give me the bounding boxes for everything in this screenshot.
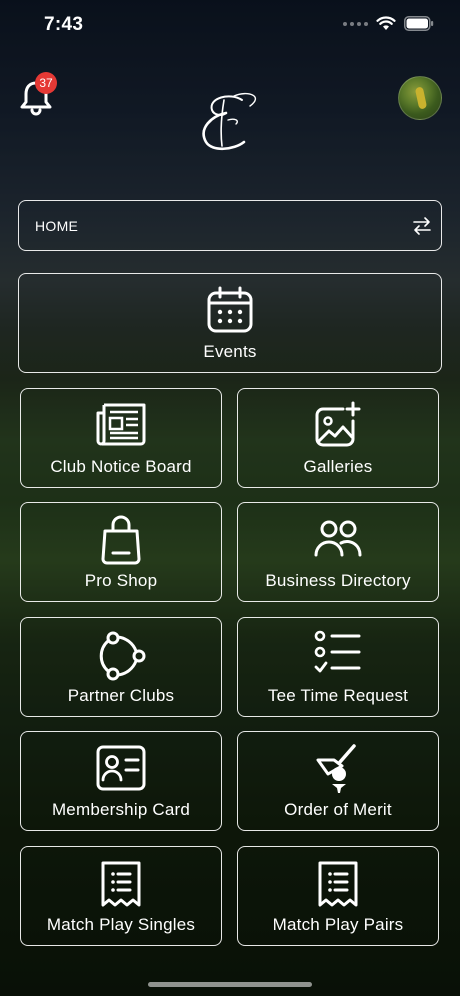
home-indicator[interactable] [148, 982, 312, 987]
gallery-add-icon [315, 401, 361, 447]
signal-icon [343, 21, 368, 26]
business-directory-tile[interactable]: Business Directory [237, 502, 439, 602]
tile-label: Partner Clubs [67, 686, 175, 705]
golf-tee-icon [316, 744, 356, 793]
tee-time-request-tile[interactable]: Tee Time Request [237, 617, 439, 717]
network-icon [99, 631, 146, 681]
people-icon [314, 520, 362, 557]
events-tile[interactable]: Events [18, 273, 442, 373]
calendar-icon [207, 286, 253, 333]
tile-label: Club Notice Board [50, 457, 192, 476]
events-label: Events [203, 342, 257, 361]
club-logo [202, 92, 257, 151]
checklist-icon [314, 630, 361, 673]
tile-label: Order of Merit [284, 800, 392, 819]
tile-label: Membership Card [51, 800, 191, 819]
tile-label: Match Play Pairs [272, 915, 404, 934]
galleries-tile[interactable]: Galleries [237, 388, 439, 488]
status-bar: 7:43 [0, 0, 460, 50]
home-selector[interactable]: HOME [18, 200, 442, 251]
membership-card-tile[interactable]: Membership Card [20, 731, 222, 831]
order-of-merit-tile[interactable]: Order of Merit [237, 731, 439, 831]
battery-icon [404, 16, 434, 31]
shopping-bag-icon [101, 515, 141, 565]
match-play-singles-tile[interactable]: Match Play Singles [20, 846, 222, 946]
pro-shop-tile[interactable]: Pro Shop [20, 502, 222, 602]
tile-label: Business Directory [265, 571, 411, 590]
status-time: 7:43 [44, 14, 84, 35]
match-play-pairs-tile[interactable]: Match Play Pairs [237, 846, 439, 946]
partner-clubs-tile[interactable]: Partner Clubs [20, 617, 222, 717]
receipt-icon [101, 861, 141, 907]
tile-label: Tee Time Request [267, 686, 409, 705]
swap-arrows-icon[interactable] [411, 215, 433, 237]
newspaper-icon [96, 403, 146, 446]
receipt-icon [318, 861, 358, 907]
tile-label: Galleries [303, 457, 373, 476]
id-card-icon [96, 745, 146, 791]
notification-badge: 37 [35, 72, 57, 94]
wifi-icon [376, 16, 396, 30]
club-notice-board-tile[interactable]: Club Notice Board [20, 388, 222, 488]
avatar[interactable] [398, 76, 442, 120]
tile-label: Match Play Singles [46, 915, 196, 934]
tile-label: Pro Shop [84, 571, 158, 590]
selector-label: HOME [35, 217, 79, 234]
